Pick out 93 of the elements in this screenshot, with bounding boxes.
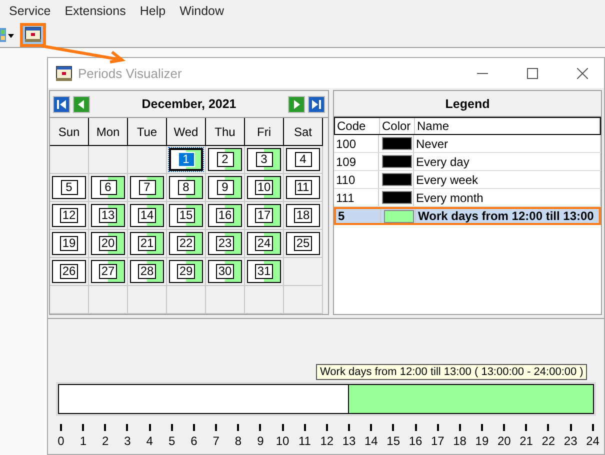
day-button[interactable]: 11: [286, 176, 320, 199]
day-button[interactable]: 17: [247, 204, 281, 227]
legend-row[interactable]: 100 Never: [334, 135, 601, 153]
weekday-header: Mon: [89, 118, 128, 146]
day-button[interactable]: 22: [169, 232, 203, 255]
close-icon: [576, 68, 588, 78]
day-button[interactable]: 14: [130, 204, 164, 227]
day-button[interactable]: 13: [91, 204, 125, 227]
day-button[interactable]: 19: [52, 232, 86, 255]
weekday-header: Wed: [167, 118, 206, 146]
day-button[interactable]: 7: [130, 176, 164, 199]
legend-row[interactable]: 5 Work days from 12:00 till 13:00: [334, 207, 601, 225]
hour-label: 17: [430, 424, 445, 448]
hour-label: 6: [186, 424, 201, 448]
hour-label: 23: [564, 424, 578, 448]
day-button[interactable]: 30: [208, 260, 242, 283]
day-button[interactable]: 5: [52, 176, 86, 199]
day-button[interactable]: 15: [169, 204, 203, 227]
legend-title: Legend: [334, 91, 601, 117]
day-button[interactable]: 23: [208, 232, 242, 255]
hour-label: 16: [408, 424, 422, 448]
day-button[interactable]: 29: [169, 260, 203, 283]
day-button[interactable]: 10: [247, 176, 281, 199]
window-title: Periods Visualizer: [78, 66, 183, 80]
weekday-header: Fri: [245, 118, 284, 146]
day-button[interactable]: 21: [130, 232, 164, 255]
legend-row[interactable]: 110 Every week: [334, 171, 601, 189]
month-title: December, 2021: [140, 97, 238, 111]
weekday-header: Tue: [128, 118, 167, 146]
hour-label: 11: [298, 424, 312, 448]
menu-item[interactable]: Window: [172, 4, 232, 18]
hour-label: 0: [54, 424, 68, 448]
column-header: Name: [415, 118, 600, 134]
legend-row[interactable]: 111 Every month: [334, 189, 601, 207]
day-button[interactable]: 24: [247, 232, 281, 255]
day-button[interactable]: 18: [286, 204, 320, 227]
day-button[interactable]: 28: [130, 260, 164, 283]
hour-label: 12: [320, 424, 334, 448]
day-button[interactable]: 20: [91, 232, 125, 255]
day-button[interactable]: 26: [52, 260, 86, 283]
calendar-icon: [56, 66, 72, 80]
tooltip: Work days from 12:00 till 13:00 ( 13:00:00 - 24:00:00 ): [316, 364, 588, 380]
hour-label: 1: [76, 424, 90, 448]
menu-item[interactable]: Service: [2, 4, 58, 18]
skip-forward-icon: [311, 98, 322, 110]
hour-label: 22: [541, 424, 556, 448]
day-button[interactable]: 1: [169, 148, 203, 171]
hour-label: 4: [142, 424, 157, 448]
maximize-icon: [526, 68, 538, 78]
hour-label: 15: [386, 424, 400, 448]
triangle-right-icon: [291, 98, 302, 110]
last-month-button[interactable]: [308, 96, 325, 112]
hour-label: 14: [364, 424, 378, 448]
grid-icon[interactable]: [0, 26, 14, 44]
day-button[interactable]: 12: [52, 204, 86, 227]
empty-day-cell: [284, 286, 323, 314]
hour-label: 20: [497, 424, 512, 448]
triangle-left-icon: [76, 98, 87, 110]
day-button[interactable]: 4: [286, 148, 320, 171]
day-button[interactable]: 9: [208, 176, 242, 199]
weekday-header: Sat: [284, 118, 323, 146]
hour-label: 10: [276, 424, 290, 448]
day-button[interactable]: 8: [169, 176, 203, 199]
hour-label: 8: [231, 424, 246, 448]
hour-label: 3: [120, 424, 134, 448]
day-button[interactable]: 3: [247, 148, 281, 171]
legend-row[interactable]: 109 Every day: [334, 153, 601, 171]
menu-item[interactable]: Help: [132, 4, 173, 18]
hour-label: 18: [452, 424, 467, 448]
hour-label: 24: [586, 424, 600, 448]
column-header: Code: [335, 118, 380, 134]
hour-label: 9: [253, 424, 268, 448]
first-month-button[interactable]: [53, 96, 70, 112]
weekday-header: Thu: [206, 118, 245, 146]
skip-back-icon: [56, 98, 67, 110]
hour-label: 2: [98, 424, 112, 448]
calendar-toolbar-button[interactable]: [20, 22, 46, 46]
next-month-button[interactable]: [288, 96, 305, 112]
day-button[interactable]: 31: [247, 260, 281, 283]
day-button[interactable]: 2: [208, 148, 242, 171]
day-button[interactable]: 27: [91, 260, 125, 283]
weekday-header: Sun: [50, 118, 89, 146]
day-button[interactable]: 16: [208, 204, 242, 227]
hour-label: 5: [164, 424, 179, 448]
menu-item[interactable]: Extensions: [58, 4, 133, 18]
hour-label: 7: [209, 424, 224, 448]
day-button[interactable]: 6: [91, 176, 125, 199]
previous-month-button[interactable]: [73, 96, 90, 112]
hour-label: 13: [342, 424, 356, 448]
hour-label: 21: [519, 424, 534, 448]
hour-label: 19: [474, 424, 489, 448]
column-header: Color: [380, 118, 415, 134]
day-button[interactable]: 25: [286, 232, 320, 255]
